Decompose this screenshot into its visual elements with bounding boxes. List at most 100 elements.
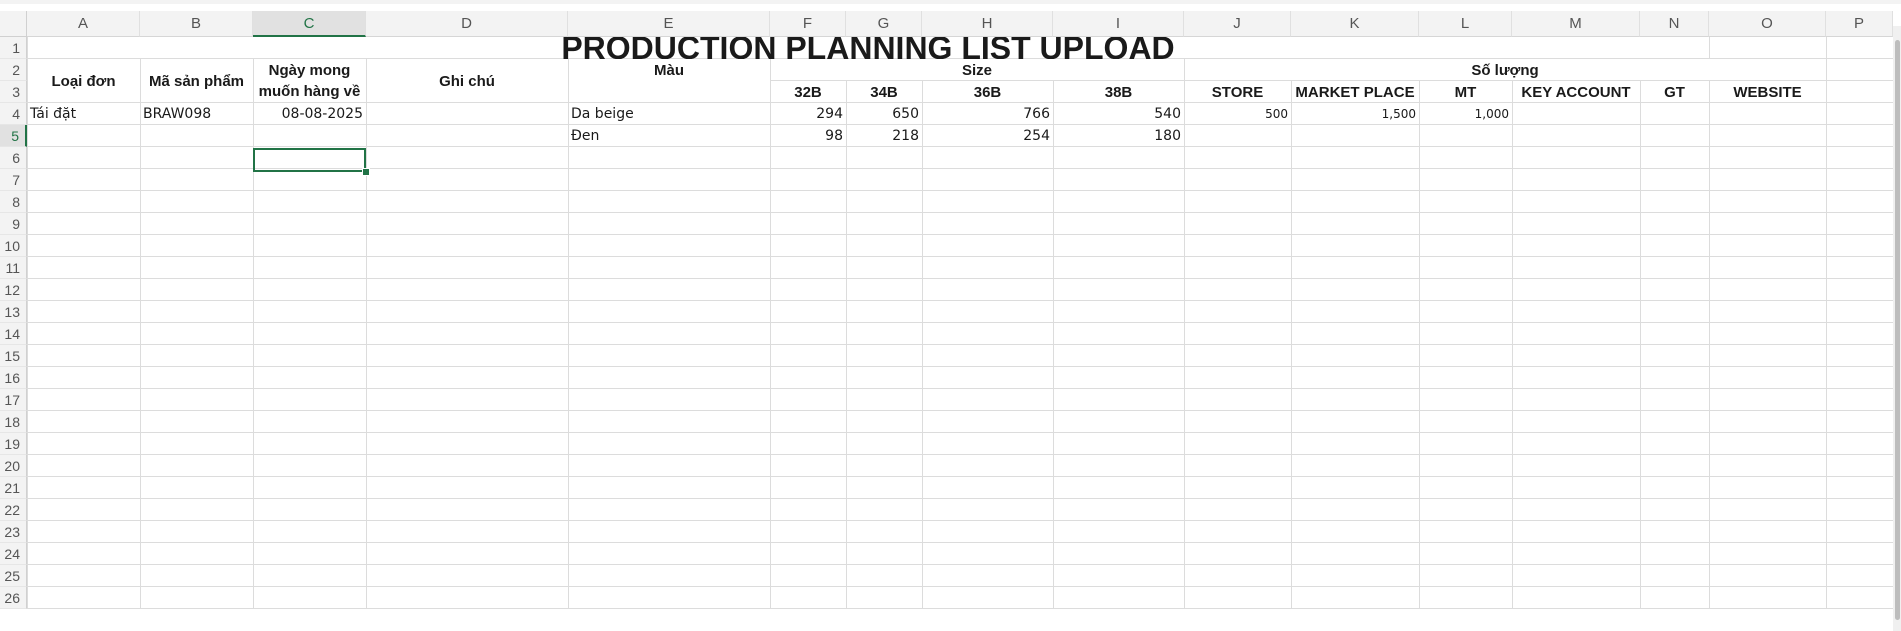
row-header-5[interactable]: 5 <box>0 125 27 147</box>
ribbon-edge <box>0 0 1901 4</box>
header-channel-gt: GT <box>1664 83 1685 101</box>
cell-ngay[interactable]: 08-08-2025 <box>253 103 366 125</box>
column-header-d[interactable]: D <box>366 11 568 37</box>
grid-line-horizontal <box>27 344 1893 345</box>
row-header-22[interactable]: 22 <box>0 499 27 521</box>
row-header-12[interactable]: 12 <box>0 279 27 301</box>
column-header-c[interactable]: C <box>253 11 366 37</box>
row-header-15[interactable]: 15 <box>0 345 27 367</box>
cell-ma-san-pham[interactable]: BRAW098 <box>140 103 253 125</box>
cell-loai-don[interactable] <box>27 125 140 147</box>
column-header-k[interactable]: K <box>1291 11 1419 37</box>
column-header-p[interactable]: P <box>1826 11 1893 37</box>
header-ngay-mong-muon: Ngày mong muốn hàng về <box>258 62 361 100</box>
grid-line-horizontal <box>27 234 1893 235</box>
grid-line-vertical <box>366 37 367 609</box>
cell-ma-san-pham[interactable] <box>140 125 253 147</box>
column-header-f[interactable]: F <box>770 11 846 37</box>
row-header-26[interactable]: 26 <box>0 587 27 609</box>
cell-loai-don[interactable]: Tái đặt <box>27 103 140 125</box>
row-header-17[interactable]: 17 <box>0 389 27 411</box>
header-channel-key-account: KEY ACCOUNT <box>1521 83 1631 101</box>
column-header-j[interactable]: J <box>1184 11 1291 37</box>
cell-size-qty[interactable]: 98 <box>770 125 846 147</box>
column-header-l[interactable]: L <box>1419 11 1512 37</box>
column-header-g[interactable]: G <box>846 11 922 37</box>
row-header-11[interactable]: 11 <box>0 257 27 279</box>
cell-size-qty[interactable]: 180 <box>1053 125 1184 147</box>
row-header-24[interactable]: 24 <box>0 543 27 565</box>
cell-size-qty[interactable]: 218 <box>846 125 922 147</box>
cell-channel-qty[interactable] <box>1709 125 1826 147</box>
column-header-h[interactable]: H <box>922 11 1053 37</box>
row-header-14[interactable]: 14 <box>0 323 27 345</box>
row-header-4[interactable]: 4 <box>0 103 27 125</box>
grid-line-horizontal <box>27 300 1893 301</box>
cell-ngay[interactable] <box>253 125 366 147</box>
row-header-9[interactable]: 9 <box>0 213 27 235</box>
cell-channel-qty[interactable] <box>1640 103 1709 125</box>
grid-line-horizontal <box>27 520 1893 521</box>
cell-channel-qty[interactable] <box>1709 103 1826 125</box>
row-header-6[interactable]: 6 <box>0 147 27 169</box>
column-header-b[interactable]: B <box>140 11 253 37</box>
grid-line-horizontal <box>27 190 1893 191</box>
column-header-o[interactable]: O <box>1709 11 1826 37</box>
spreadsheet-grid[interactable]: A B C D E F G H I J K L M N O P 1 2 3 4 5 6 7 8 9 10 11 12 13 14 15 16 1… <box>0 0 1901 631</box>
header-size-36b: 36B <box>973 83 1002 101</box>
row-header-19[interactable]: 19 <box>0 433 27 455</box>
row-header-18[interactable]: 18 <box>0 411 27 433</box>
row-header-16[interactable]: 16 <box>0 367 27 389</box>
grid-line-horizontal <box>27 608 1893 609</box>
column-header-n[interactable]: N <box>1640 11 1709 37</box>
row-header-13[interactable]: 13 <box>0 301 27 323</box>
grid-line-horizontal <box>27 322 1893 323</box>
cell-channel-qty[interactable]: 1,000 <box>1419 103 1512 125</box>
fill-handle[interactable] <box>362 168 370 176</box>
row-header-21[interactable]: 21 <box>0 477 27 499</box>
grid-line-horizontal <box>27 432 1893 433</box>
header-loai-don: Loại đơn <box>51 72 116 90</box>
row-header-7[interactable]: 7 <box>0 169 27 191</box>
cell-mau[interactable]: Đen <box>568 125 770 147</box>
cell-mau[interactable]: Da beige <box>568 103 770 125</box>
grid-line-horizontal <box>27 564 1893 565</box>
grid-line-vertical <box>1826 37 1827 609</box>
cell-channel-qty[interactable] <box>1640 125 1709 147</box>
cell-channel-qty[interactable]: 1,500 <box>1291 103 1419 125</box>
cell-channel-qty[interactable] <box>1184 125 1291 147</box>
row-header-3[interactable]: 3 <box>0 81 27 103</box>
active-cell-selection[interactable] <box>253 148 366 172</box>
row-header-20[interactable]: 20 <box>0 455 27 477</box>
cell-channel-qty[interactable] <box>1512 103 1640 125</box>
row-header-1[interactable]: 1 <box>0 37 27 59</box>
cell-size-qty[interactable]: 766 <box>922 103 1053 125</box>
grid-line-horizontal <box>27 586 1893 587</box>
cell-size-qty[interactable]: 254 <box>922 125 1053 147</box>
header-size-34b: 34B <box>870 83 898 101</box>
grid-line-horizontal <box>27 278 1893 279</box>
vertical-scrollbar-thumb[interactable] <box>1895 40 1900 620</box>
cell-channel-qty[interactable] <box>1512 125 1640 147</box>
column-header-m[interactable]: M <box>1512 11 1640 37</box>
cell-size-qty[interactable]: 650 <box>846 103 922 125</box>
header-ma-san-pham: Mã sản phẩm <box>148 72 245 90</box>
cell-size-qty[interactable]: 540 <box>1053 103 1184 125</box>
row-header-10[interactable]: 10 <box>0 235 27 257</box>
header-size-38b: 38B <box>1104 83 1133 101</box>
row-header-23[interactable]: 23 <box>0 521 27 543</box>
sheet-title: PRODUCTION PLANNING LIST UPLOAD <box>561 37 1175 59</box>
column-header-e[interactable]: E <box>568 11 770 37</box>
select-all-corner[interactable] <box>0 11 27 37</box>
column-header-a[interactable]: A <box>27 11 140 37</box>
grid-line-horizontal <box>27 542 1893 543</box>
cell-channel-qty[interactable] <box>1291 125 1419 147</box>
cell-channel-qty[interactable] <box>1419 125 1512 147</box>
row-header-8[interactable]: 8 <box>0 191 27 213</box>
row-header-2[interactable]: 2 <box>0 59 27 81</box>
column-header-i[interactable]: I <box>1053 11 1184 37</box>
cell-size-qty[interactable]: 294 <box>770 103 846 125</box>
row-header-25[interactable]: 25 <box>0 565 27 587</box>
cell-channel-qty[interactable]: 500 <box>1184 103 1291 125</box>
header-ghi-chu: Ghi chú <box>439 72 495 90</box>
